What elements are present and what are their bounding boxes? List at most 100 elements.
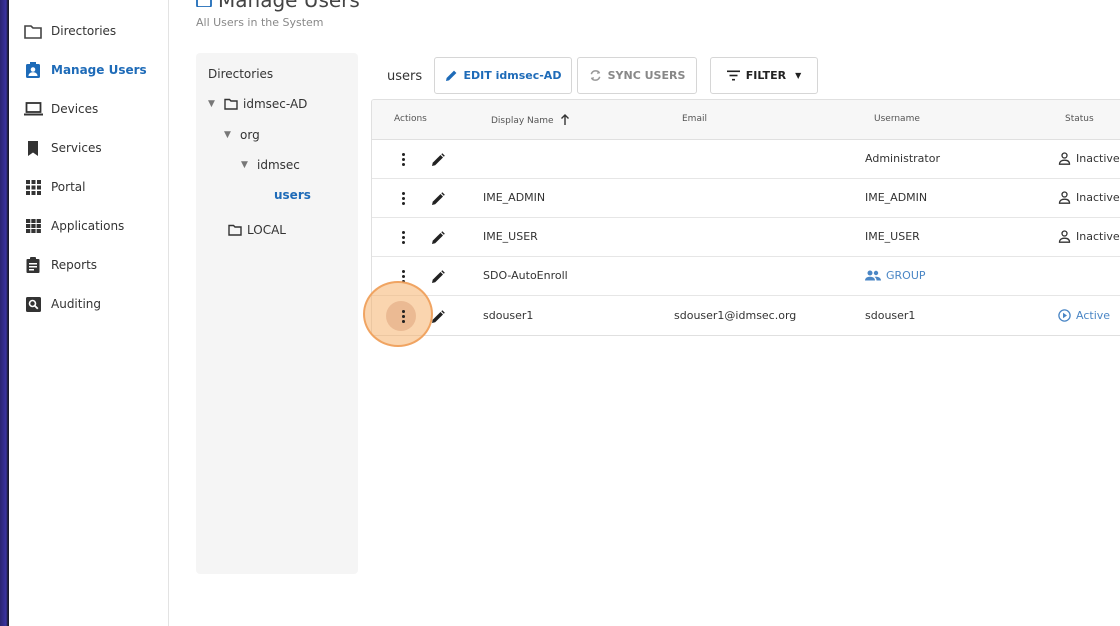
- sidebar-item-reports[interactable]: Reports: [9, 249, 169, 281]
- cell-status[interactable]: Active: [1058, 309, 1110, 322]
- cell-username: IME_USER: [865, 230, 920, 243]
- edit-button-label: EDIT idmsec-AD: [463, 69, 562, 82]
- more-actions-icon[interactable]: [396, 151, 410, 167]
- table-row: SDO-AutoEnroll GROUP: [372, 257, 1120, 296]
- window-edge: [0, 0, 9, 626]
- cell-username: Administrator: [865, 152, 940, 165]
- tree-node-idmsec-ad[interactable]: ▼ idmsec-AD: [208, 97, 307, 111]
- search-box-icon: [23, 294, 43, 314]
- edit-pencil-icon[interactable]: [431, 309, 445, 323]
- sync-icon: [589, 69, 603, 83]
- more-actions-icon[interactable]: [396, 308, 410, 324]
- sidebar-item-label: Portal: [51, 180, 86, 194]
- tree-node-label: LOCAL: [247, 223, 286, 237]
- tree-node-label: org: [240, 128, 260, 142]
- caret-down-icon: ▼: [795, 71, 802, 80]
- folder-icon: [23, 21, 43, 41]
- tree-node-users[interactable]: users: [274, 188, 311, 202]
- laptop-icon: [23, 99, 43, 119]
- sidebar-item-label: Directories: [51, 24, 117, 38]
- folder-icon: [228, 224, 242, 236]
- user-badge-icon: [23, 60, 43, 80]
- sidebar-item-label: Reports: [51, 258, 98, 272]
- edit-pencil-icon[interactable]: [431, 191, 445, 205]
- table-row: Administrator Inactive: [372, 140, 1120, 179]
- person-outline-icon: [1058, 191, 1071, 204]
- tree-title: Directories: [208, 67, 274, 81]
- tree-node-org[interactable]: ▼ org: [224, 128, 260, 142]
- clipboard-icon: [23, 255, 43, 275]
- sidebar-item-services[interactable]: Services: [9, 132, 169, 164]
- cell-display-name: IME_USER: [483, 230, 538, 243]
- apps-icon: [23, 216, 43, 236]
- sidebar-item-auditing[interactable]: Auditing: [9, 288, 169, 320]
- tree-node-label: idmsec-AD: [243, 97, 308, 111]
- cell-status: Inactive: [1058, 230, 1120, 243]
- table-row: IME_ADMIN IME_ADMIN Inactive: [372, 179, 1120, 218]
- cell-username-group[interactable]: GROUP: [865, 269, 926, 282]
- cell-display-name: sdouser1: [483, 309, 534, 322]
- status-label: Inactive: [1076, 191, 1120, 204]
- user-badge-icon: [196, 0, 212, 8]
- edit-pencil-icon[interactable]: [431, 269, 445, 283]
- status-label: Inactive: [1076, 152, 1120, 165]
- cell-display-name: IME_ADMIN: [483, 191, 546, 204]
- column-header-username[interactable]: Username: [874, 114, 920, 124]
- filter-icon: [726, 69, 741, 83]
- cell-display-name: SDO-AutoEnroll: [483, 269, 568, 282]
- column-header-display-name[interactable]: Display Name: [491, 114, 570, 128]
- sidebar-item-applications[interactable]: Applications: [9, 210, 169, 242]
- current-directory-label: users: [387, 69, 423, 84]
- group-icon: [865, 270, 881, 281]
- sidebar-item-directories[interactable]: Directories: [9, 15, 169, 47]
- cell-status: Inactive: [1058, 152, 1120, 165]
- column-header-actions: Actions: [394, 114, 427, 124]
- table-row: IME_USER IME_USER Inactive: [372, 218, 1120, 257]
- tree-node-label: users: [274, 188, 311, 202]
- sidebar-item-label: Services: [51, 141, 102, 155]
- tree-node-idmsec[interactable]: ▼ idmsec: [241, 158, 300, 172]
- table-row: sdouser1 sdouser1@idmsec.org sdouser1 Ac…: [372, 296, 1120, 335]
- group-label: GROUP: [886, 269, 926, 282]
- edit-pencil-icon[interactable]: [431, 230, 445, 244]
- edit-pencil-icon[interactable]: [431, 152, 445, 166]
- filter-button[interactable]: FILTER ▼: [710, 57, 818, 94]
- sidebar: Directories Manage Users Devices Service…: [9, 0, 169, 626]
- cell-username: sdouser1: [865, 309, 916, 322]
- more-actions-icon[interactable]: [396, 229, 410, 245]
- play-circle-icon: [1058, 309, 1071, 322]
- column-header-email[interactable]: Email: [682, 114, 707, 124]
- sidebar-item-manage-users[interactable]: Manage Users: [9, 54, 169, 86]
- tree-node-local[interactable]: LOCAL: [228, 223, 286, 237]
- caret-down-icon[interactable]: ▼: [208, 99, 218, 109]
- column-header-status[interactable]: Status: [1065, 114, 1094, 124]
- status-label: Inactive: [1076, 230, 1120, 243]
- page-title: Manage Users: [218, 0, 360, 12]
- edit-directory-button[interactable]: EDIT idmsec-AD: [434, 57, 572, 94]
- cell-username: IME_ADMIN: [865, 191, 928, 204]
- caret-down-icon[interactable]: ▼: [224, 130, 234, 140]
- more-actions-icon[interactable]: [396, 190, 410, 206]
- grid-icon: [23, 177, 43, 197]
- cell-email: sdouser1@idmsec.org: [674, 309, 797, 322]
- page-subtitle: All Users in the System: [196, 16, 324, 29]
- tree-node-label: idmsec: [257, 158, 300, 172]
- caret-down-icon[interactable]: ▼: [241, 160, 251, 170]
- filter-button-label: FILTER: [745, 69, 787, 82]
- directory-tree-panel: Directories ▼ idmsec-AD ▼ org ▼ idmsec u…: [196, 53, 358, 574]
- table-header: Actions Display Name Email Username Stat…: [372, 100, 1120, 140]
- sidebar-item-portal[interactable]: Portal: [9, 171, 169, 203]
- sidebar-item-label: Devices: [51, 102, 99, 116]
- sort-ascending-icon[interactable]: [560, 114, 570, 128]
- sync-button-label: SYNC USERS: [607, 69, 686, 82]
- status-label: Active: [1076, 309, 1111, 322]
- sidebar-item-devices[interactable]: Devices: [9, 93, 169, 125]
- person-outline-icon: [1058, 230, 1071, 243]
- bookmark-icon: [23, 138, 43, 158]
- person-outline-icon: [1058, 152, 1071, 165]
- folder-icon: [224, 98, 238, 110]
- pencil-icon: [445, 69, 459, 83]
- sidebar-item-label: Applications: [51, 219, 125, 233]
- sidebar-item-label: Manage Users: [51, 63, 147, 77]
- sync-users-button[interactable]: SYNC USERS: [577, 57, 697, 94]
